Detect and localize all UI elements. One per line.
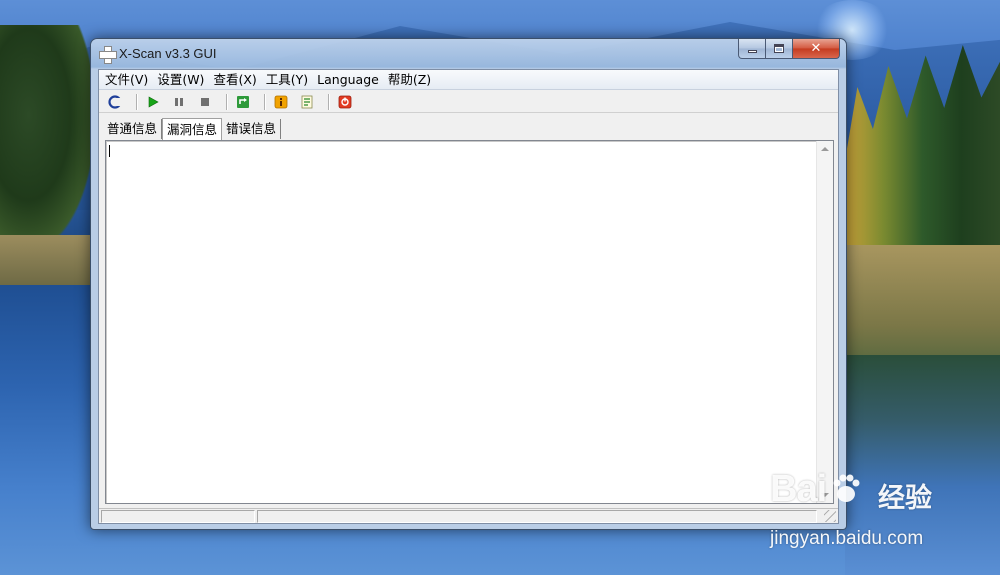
close-button[interactable]: ✕ — [793, 39, 840, 59]
play-icon — [148, 95, 159, 108]
toolbar-separator — [136, 93, 138, 110]
menu-help[interactable]: 帮助(Z) — [384, 70, 435, 90]
output-textarea[interactable] — [105, 140, 834, 504]
pause-icon — [175, 97, 183, 106]
watermark-url: jingyan.baidu.com — [770, 528, 924, 549]
status-bar — [99, 508, 838, 523]
connect-button[interactable] — [105, 93, 125, 111]
refresh-icon — [237, 95, 249, 108]
tab-strip: 普通信息 漏洞信息 错误信息 — [103, 117, 282, 140]
toolbar — [99, 91, 838, 113]
baidu-watermark: Bai 经验 jingyan.baidu.com — [770, 468, 970, 558]
watermark-logo: Bai — [770, 468, 827, 510]
scroll-up-icon[interactable] — [821, 147, 829, 151]
stop-icon — [201, 97, 209, 106]
info-icon — [274, 95, 288, 108]
close-icon: ✕ — [810, 41, 822, 56]
toolbar-separator — [264, 93, 266, 110]
connect-icon — [108, 94, 122, 109]
text-caret — [109, 145, 110, 157]
pause-scan-button[interactable] — [169, 93, 189, 111]
client-area: 文件(V) 设置(W) 查看(X) 工具(Y) Language 帮助(Z) 普… — [98, 69, 839, 524]
menu-view[interactable]: 查看(X) — [209, 70, 260, 90]
app-window: X-Scan v3.3 GUI ✕ 文件(V) 设置(W) 查看(X) 工具(Y… — [90, 38, 847, 530]
status-pane-2 — [257, 510, 817, 523]
menu-settings[interactable]: 设置(W) — [153, 70, 208, 90]
menu-file[interactable]: 文件(V) — [101, 70, 152, 90]
status-pane-1 — [101, 510, 255, 523]
info-button[interactable] — [271, 93, 291, 111]
paw-icon — [833, 474, 860, 502]
start-scan-button[interactable] — [143, 93, 163, 111]
minimize-button[interactable] — [738, 39, 766, 59]
forest-left — [0, 25, 95, 250]
exit-icon — [338, 95, 352, 108]
tab-error-info[interactable]: 错误信息 — [222, 119, 282, 139]
tab-vulnerability-info[interactable]: 漏洞信息 — [162, 118, 223, 140]
title-bar[interactable]: X-Scan v3.3 GUI ✕ — [91, 39, 846, 69]
menu-bar: 文件(V) 设置(W) 查看(X) 工具(Y) Language 帮助(Z) — [99, 70, 838, 90]
menu-language[interactable]: Language — [313, 70, 383, 90]
maximize-icon — [774, 44, 784, 53]
menu-tools[interactable]: 工具(Y) — [262, 70, 312, 90]
refresh-button[interactable] — [233, 93, 253, 111]
stop-scan-button[interactable] — [195, 93, 215, 111]
app-icon[interactable] — [99, 46, 117, 64]
exit-button[interactable] — [335, 93, 355, 111]
minimize-icon — [747, 50, 757, 53]
tab-general-info[interactable]: 普通信息 — [103, 119, 163, 139]
toolbar-separator — [328, 93, 330, 110]
watermark-suffix: 经验 — [878, 483, 932, 514]
report-icon — [301, 95, 313, 108]
maximize-button[interactable] — [766, 39, 793, 59]
report-button[interactable] — [297, 93, 317, 111]
window-title: X-Scan v3.3 GUI — [119, 46, 217, 61]
caption-buttons: ✕ — [738, 39, 840, 59]
toolbar-separator — [226, 93, 228, 110]
meadow-left — [0, 235, 95, 285]
meadow-right — [845, 245, 1000, 360]
vertical-scrollbar[interactable] — [816, 141, 833, 503]
